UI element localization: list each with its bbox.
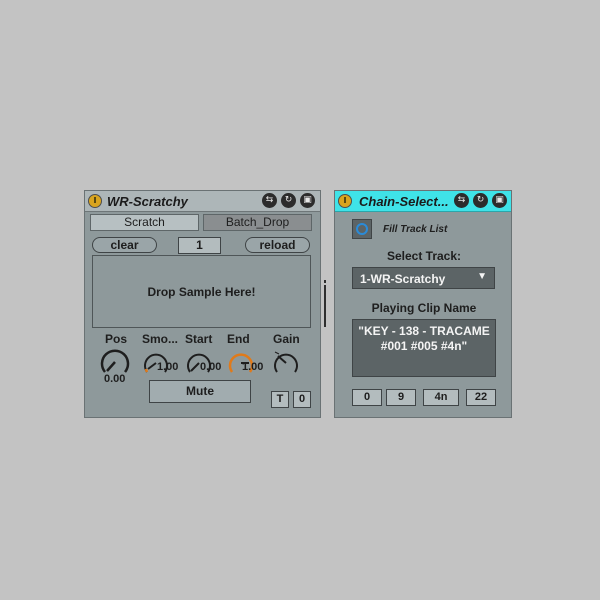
device-title-bar[interactable]: Chain-Select... ⇆ ↻ ▣	[335, 191, 511, 212]
device-title: WR-Scratchy	[107, 194, 188, 209]
chain-select-device: Chain-Select... ⇆ ↻ ▣ Fill Track List Se…	[334, 190, 512, 418]
value-box-1[interactable]: 0	[352, 389, 382, 406]
knob-label-start: Start	[185, 332, 213, 346]
t-value-box[interactable]: 0	[293, 391, 311, 408]
tab-batch-drop[interactable]: Batch_Drop	[203, 214, 312, 231]
clip-name-line-2: #001 #005 #4n"	[380, 339, 468, 353]
hotswap-icon[interactable]: ⇆	[454, 193, 469, 208]
t-toggle-button[interactable]: T	[271, 391, 289, 408]
clip-name-line-1: "KEY - 138 - TRACAME	[358, 324, 490, 338]
mute-button[interactable]: Mute	[149, 380, 251, 403]
device-power-icon[interactable]	[88, 194, 102, 208]
device-separator-dot	[324, 280, 326, 283]
save-icon[interactable]: ▣	[300, 193, 315, 208]
device-title: Chain-Select...	[359, 194, 449, 209]
sample-drop-zone[interactable]: Drop Sample Here!	[92, 255, 311, 328]
device-power-icon[interactable]	[338, 194, 352, 208]
clear-button[interactable]: clear	[92, 237, 157, 253]
chevron-down-icon: ▼	[477, 271, 487, 282]
value-box-3[interactable]: 4n	[423, 389, 459, 406]
knob-label-end: End	[227, 332, 250, 346]
tab-scratch[interactable]: Scratch	[90, 214, 199, 231]
fill-track-list-button[interactable]	[352, 219, 372, 239]
value-box-4[interactable]: 22	[466, 389, 496, 406]
knob-label-gain: Gain	[273, 332, 300, 346]
selected-track: 1-WR-Scratchy	[360, 272, 446, 286]
knob-value-pos: 0.00	[104, 373, 126, 385]
slot-number-box[interactable]: 1	[178, 237, 221, 254]
value-box-2[interactable]: 9	[386, 389, 416, 406]
knob-value-smoothing: 1.00	[157, 361, 179, 373]
knob-label-smoothing: Smo...	[142, 332, 179, 346]
hotswap-icon[interactable]: ⇆	[262, 193, 277, 208]
reload-button[interactable]: reload	[245, 237, 310, 253]
select-track-label: Select Track:	[386, 249, 462, 263]
knob-value-end: 1.00	[242, 361, 264, 373]
device-separator	[324, 285, 326, 327]
gain-knob[interactable]	[272, 349, 300, 377]
track-select-dropdown[interactable]: 1-WR-Scratchy ▼	[352, 267, 495, 289]
drop-zone-label: Drop Sample Here!	[147, 285, 256, 299]
wr-scratchy-device: WR-Scratchy ⇆ ↻ ▣ Scratch Batch_Drop cle…	[84, 190, 321, 418]
knob-label-pos: Pos	[105, 332, 128, 346]
device-title-bar[interactable]: WR-Scratchy ⇆ ↻ ▣	[85, 191, 320, 212]
playing-clip-label: Playing Clip Name	[371, 301, 477, 315]
preset-icon[interactable]: ↻	[473, 193, 488, 208]
knob-value-start: 0.00	[200, 361, 222, 373]
preset-icon[interactable]: ↻	[281, 193, 296, 208]
save-icon[interactable]: ▣	[492, 193, 507, 208]
playing-clip-name-box: "KEY - 138 - TRACAME #001 #005 #4n"	[352, 319, 496, 377]
fill-track-list-label: Fill Track List	[383, 224, 448, 235]
